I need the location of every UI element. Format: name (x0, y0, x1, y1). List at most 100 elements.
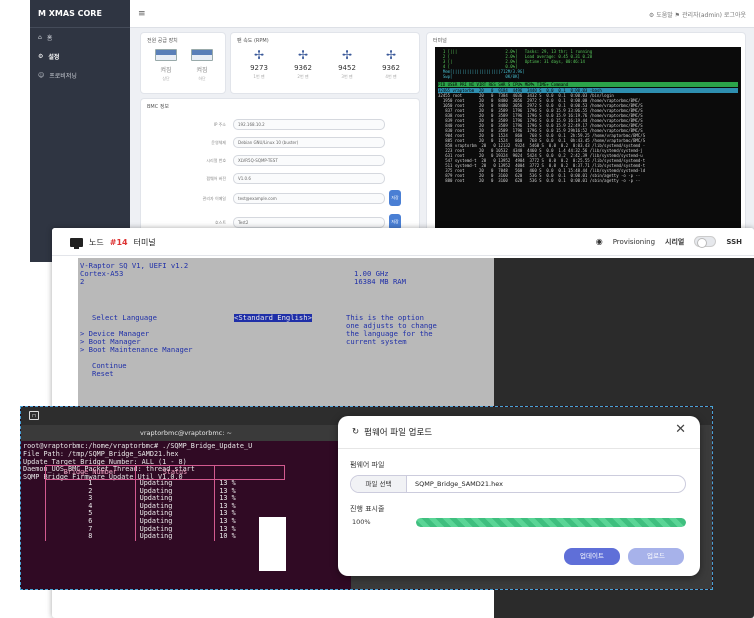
sidebar-item-settings[interactable]: ⚙ 설정 (30, 47, 130, 66)
field-row: 관리자 이메일 test@example.com 저장 (141, 190, 421, 206)
sidebar-item-home[interactable]: ⌂ 홈 (30, 28, 130, 47)
fan-rpm: 9362 (294, 64, 312, 72)
window-title: 노드 #14 터미널 (70, 237, 156, 249)
field-label: 호스트 (214, 220, 226, 225)
ip-field[interactable]: 192.168.10.2 (233, 119, 385, 130)
help-text: current system (346, 337, 407, 346)
card-title: 터미널 (433, 38, 447, 44)
dashboard-window: M XMAS CORE ⌂ 홈 ⚙ 설정 ☺ 프로비저닝 ≡ ⚙ 도움말 ⚑ 관리자(… (30, 0, 754, 262)
column-header (214, 465, 285, 480)
power-supply-card: 전원 공급 장치 켜짐 상단 켜짐 하단 (140, 32, 226, 94)
firmware-version-field[interactable]: V1.0.6 (233, 173, 385, 184)
htop-header: PID USER PRI NI VIRT RES SHR S CPU% MEM%… (438, 82, 738, 87)
home-icon: ⌂ (38, 34, 42, 41)
htop-process-list: 32465 vraptorbm 20 0 9184 4496 3440 S 0.… (438, 88, 738, 183)
column-header: Bridge Number (45, 465, 136, 480)
process-row[interactable]: 880 root 20 0 3160 620 536 S 0.0 0.1 0:0… (438, 178, 738, 183)
field-label: 펌웨어 버전 (206, 176, 226, 181)
sidebar-item-label: 설정 (48, 54, 60, 61)
upload-button[interactable]: 업로드 (628, 548, 684, 565)
menu-boot-maintenance[interactable]: > Boot Maintenance Manager (80, 346, 193, 354)
uefi-line: 2 (80, 277, 85, 286)
serial-ssh-toggle[interactable] (694, 236, 717, 248)
close-icon[interactable]: ✕ (675, 422, 686, 437)
terminal-title: vraptorbmc@vraptorbmc: ~ (21, 425, 351, 441)
fan-speed-card: 팬 속도 (RPM) ✢ 9273 1번 팬 ✢ 9362 2번 팬 ✢ 9452 3번 팬… (230, 32, 420, 94)
dialog-header: ↻ 펌웨어 파일 업로드 (352, 426, 432, 438)
table-row: 8 Updating 10 % (45, 533, 285, 541)
select-language-label: Select Language (92, 313, 157, 322)
header-controls: ◉ Provisioning 시리얼 SSH (596, 236, 742, 248)
menu-reset[interactable]: Reset (92, 370, 114, 378)
uefi-line: Cortex-A53 (80, 269, 124, 278)
provisioning-label[interactable]: Provisioning (613, 238, 655, 246)
file-label: 펌웨어 파일 (350, 461, 385, 469)
app-logo: M XMAS CORE (30, 0, 130, 28)
fan-label: 2번 팬 (297, 74, 309, 79)
progress-bar (416, 518, 686, 527)
fan-icon: ✢ (297, 48, 309, 62)
ram-size: 16384 MB RAM (354, 277, 406, 286)
fan-4: ✢ 9362 4번 팬 (371, 49, 411, 80)
monitor-icon (70, 238, 83, 249)
sidebar-item-label: 프로비저닝 (49, 73, 77, 80)
menu-icon[interactable]: ≡ (138, 9, 146, 19)
fan-rpm: 9362 (382, 64, 400, 72)
field-label: IP 주소 (213, 122, 226, 127)
psu-icon (155, 49, 177, 61)
field-row: IP 주소 192.168.10.2 (141, 119, 421, 131)
pin-icon[interactable]: ⊓ (29, 411, 39, 420)
user-icon: ☺ (38, 72, 45, 79)
field-row: 운영체제 Debian GNU/Linux 10 (buster) (141, 137, 421, 149)
window-header: 노드 #14 터미널 ◉ Provisioning 시리얼 SSH (52, 228, 754, 256)
fan-label: 3번 팬 (341, 74, 353, 79)
card-title: 팬 속도 (RPM) (237, 38, 269, 44)
bridge-status-table: Bridge Number Status 1 Updating 13 % 2 Updat… (45, 465, 285, 541)
psu-status: 켜짐 (196, 67, 208, 74)
refresh-icon: ↻ (352, 427, 360, 437)
update-button[interactable]: 업데이트 (564, 548, 620, 565)
psu-status: 켜짐 (160, 67, 172, 74)
firmware-upload-dialog: ↻ 펌웨어 파일 업로드 ✕ 펌웨어 파일 파일 선택 SQMP_Bridge_… (338, 416, 700, 576)
field-row: 펌웨어 버전 V1.0.6 (141, 173, 421, 185)
ssh-label: SSH (726, 237, 742, 246)
field-label: 시리얼 번호 (206, 158, 226, 163)
fan-2: ✢ 9362 2번 팬 (283, 49, 323, 80)
progress-fill (416, 518, 686, 527)
email-field[interactable]: test@example.com (233, 193, 385, 204)
os-field[interactable]: Debian GNU/Linux 10 (buster) (233, 137, 385, 148)
field-label: 운영체제 (211, 140, 226, 145)
serial-field[interactable]: XLVR5Q-SQMP-TEST (233, 155, 385, 166)
divider (338, 448, 700, 449)
user-menu[interactable]: ⚙ 도움말 ⚑ 관리자(admin) 로그아웃 (649, 10, 746, 19)
file-input[interactable]: 파일 선택 SQMP_Bridge_SAMD21.hex (350, 475, 686, 493)
psu-1: 켜짐 상단 (151, 49, 181, 82)
psu-2: 켜짐 하단 (187, 49, 217, 82)
field-row: 시리얼 번호 XLVR5Q-SQMP-TEST (141, 155, 421, 167)
progress-column (259, 517, 286, 571)
title-suffix: 터미널 (133, 238, 156, 247)
fan-rpm: 9452 (338, 64, 356, 72)
host-field[interactable]: Test2 (233, 217, 385, 228)
fan-rpm: 9273 (250, 64, 268, 72)
psu-label: 상단 (162, 76, 170, 81)
psu-label: 하단 (198, 76, 206, 81)
htop-summary-line: Swp[ 0K/0K] (438, 74, 520, 79)
choose-file-button[interactable]: 파일 선택 (351, 476, 407, 492)
bridge-status: Updating (134, 533, 216, 541)
fan-3: ✢ 9452 3번 팬 (327, 49, 367, 80)
sidebar-item-label: 홈 (46, 35, 53, 42)
dialog-title: 펌웨어 파일 업로드 (364, 428, 433, 438)
card-title: 전원 공급 장치 (147, 38, 178, 44)
card-title: BMC 정보 (147, 104, 170, 110)
sidebar-item-provisioning[interactable]: ☺ 프로비저닝 (30, 66, 130, 85)
sidebar: M XMAS CORE ⌂ 홈 ⚙ 설정 ☺ 프로비저닝 (30, 0, 130, 262)
psu-icon (191, 49, 213, 61)
htop-summary: 1 [||| 2.0%] Tasks: 29, 13 thr; 1 runnin… (438, 49, 738, 79)
progress-text: 100% (352, 518, 371, 526)
fan-icon: ✢ (253, 48, 265, 62)
save-email-button[interactable]: 저장 (389, 190, 401, 206)
gear-icon: ⚙ (38, 53, 44, 60)
language-option[interactable]: <Standard English> (234, 314, 312, 322)
fan-icon: ✢ (341, 48, 353, 62)
